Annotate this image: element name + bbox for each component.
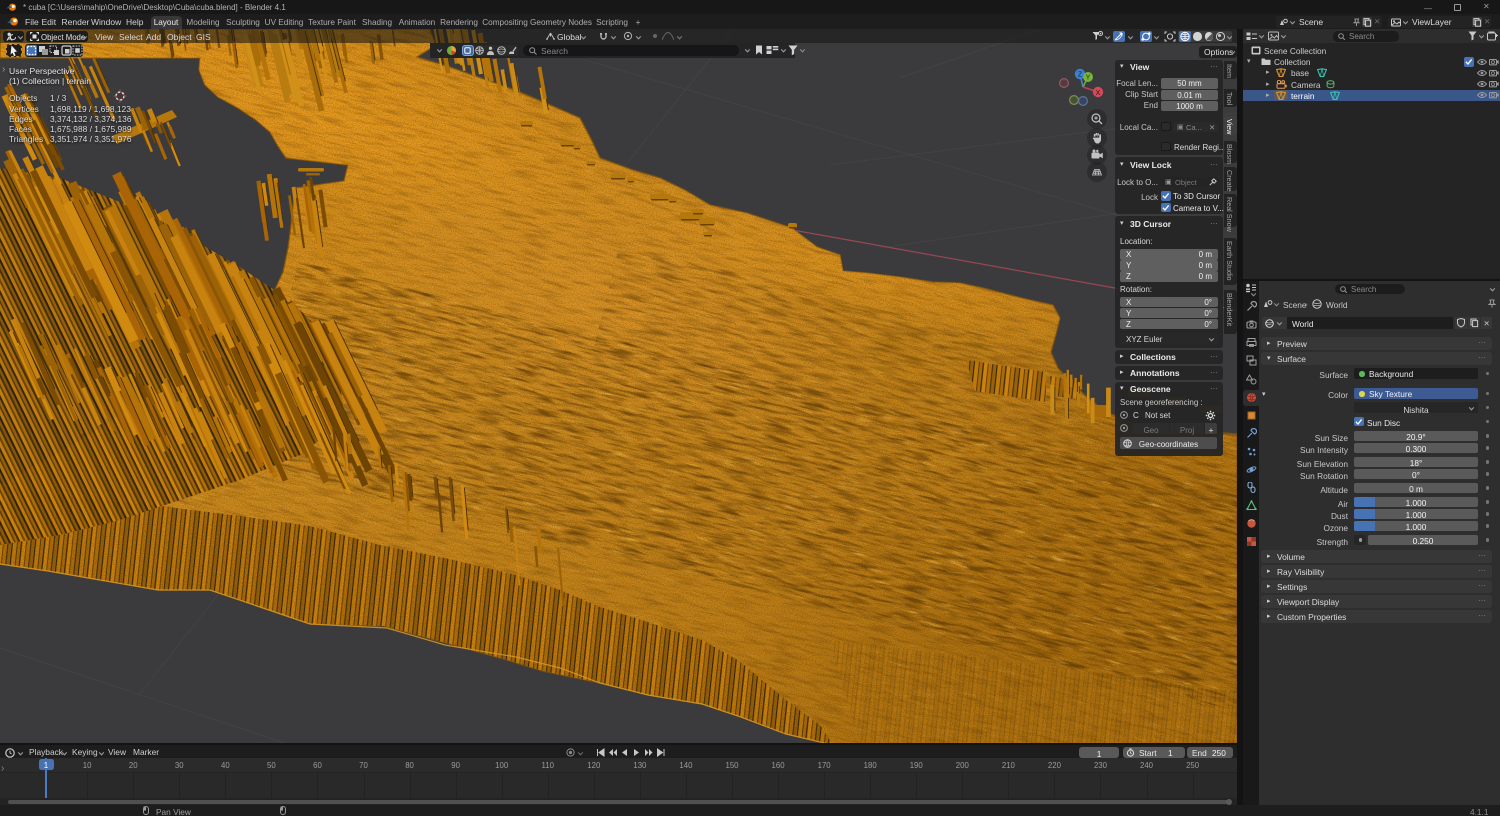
svg-text:Y: Y	[1086, 75, 1091, 82]
svg-text:Z: Z	[1078, 72, 1083, 79]
